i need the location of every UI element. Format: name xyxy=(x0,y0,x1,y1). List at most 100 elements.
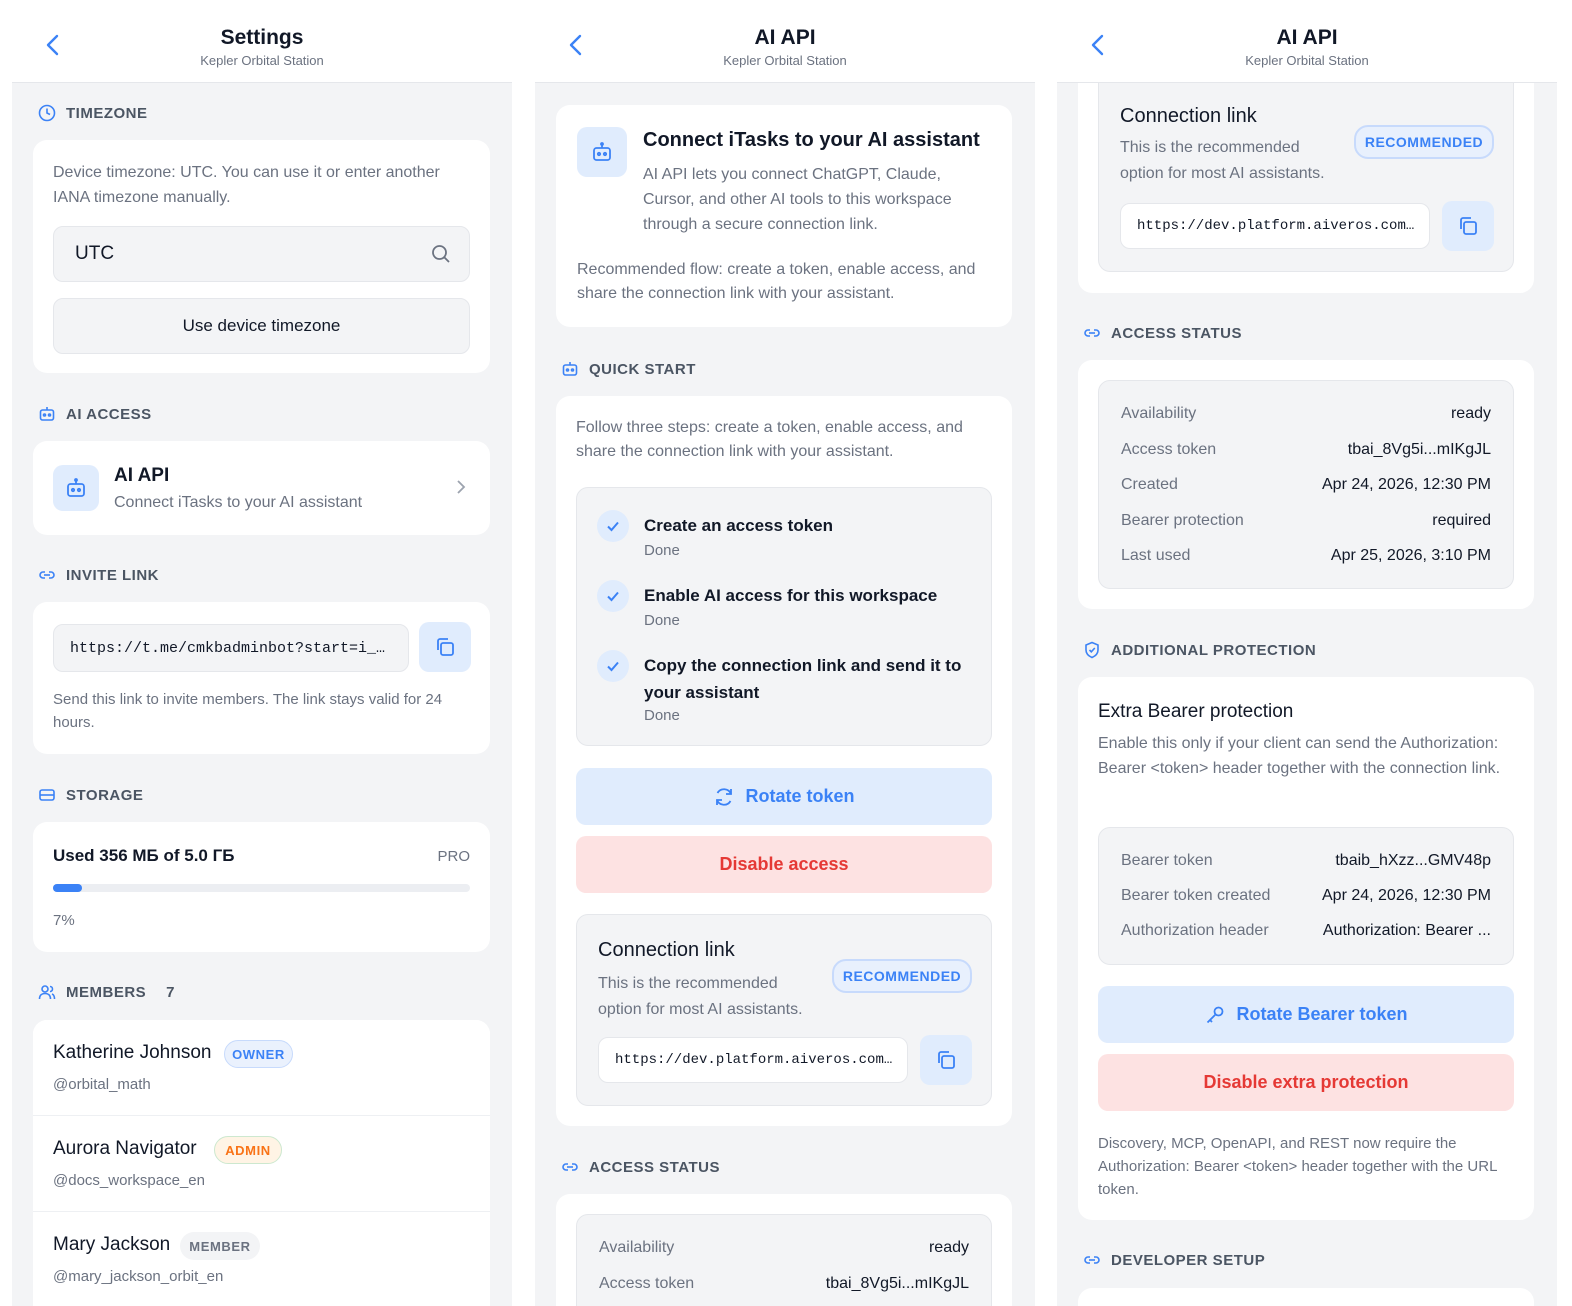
page-title: Settings xyxy=(220,26,304,49)
connection-link-box: Connection link This is the recommended … xyxy=(576,914,992,1106)
copy-icon xyxy=(938,1051,955,1069)
timezone-section-label: TIMEZONE xyxy=(38,104,148,122)
extra-bearer-description: Enable this only if your client can send… xyxy=(1098,735,1501,777)
link-icon xyxy=(561,1158,579,1176)
page-subtitle: Kepler Orbital Station xyxy=(723,53,847,68)
status-row: Last used Apr 25, 2026, 3:10 PM xyxy=(1121,547,1491,564)
admin-badge: ADMIN xyxy=(214,1136,282,1164)
disable-extra-protection-button[interactable]: Disable extra protection xyxy=(1098,1054,1514,1111)
bearer-row: Authorization header Authorization: Beare… xyxy=(1121,922,1491,939)
additional-protection-card: Extra Bearer protection Enable this only… xyxy=(1078,677,1534,1220)
robot-icon xyxy=(38,405,56,423)
step-item: Enable AI access for this workspace Done xyxy=(597,580,971,640)
robot-icon xyxy=(561,360,579,378)
steps-list: Create an access token Done Enable AI ac… xyxy=(576,487,992,746)
member-row[interactable]: Katherine Johnson OWNER @orbital_math xyxy=(33,1020,490,1116)
ai-api-panel: AI API Kepler Orbital Station Connect iT… xyxy=(535,0,1035,1306)
access-status-section-label: ACCESS STATUS xyxy=(561,1158,720,1176)
connection-link-title: Connection link xyxy=(1120,105,1257,127)
check-icon xyxy=(597,580,629,612)
link-icon xyxy=(1083,324,1101,342)
quick-start-description: Follow three steps: create a token, enab… xyxy=(576,419,963,460)
developer-setup-section-label: DEVELOPER SETUP xyxy=(1083,1251,1265,1269)
bearer-row: Bearer token created Apr 24, 2026, 12:30 … xyxy=(1121,887,1491,904)
owner-badge: OWNER xyxy=(224,1040,293,1068)
timezone-description: Device timezone: UTC. You can use it or … xyxy=(53,164,440,206)
refresh-icon xyxy=(716,787,733,806)
ai-api-panel-scrolled: Connection link This is the recommended … xyxy=(1057,0,1557,1306)
connection-link-field[interactable]: https://dev.platform.aiveros.com… xyxy=(1120,203,1430,249)
status-row: Availability ready xyxy=(599,1239,969,1256)
storage-section-label: STORAGE xyxy=(38,786,143,804)
copy-icon xyxy=(1460,217,1477,235)
intro-flow: Recommended flow: create a token, enable… xyxy=(577,261,976,302)
connection-link-box: Connection link This is the recommended … xyxy=(1098,60,1514,272)
status-row: Bearer protection required xyxy=(1121,512,1491,529)
access-status-card: Availability ready Access token tbai_8Vg5i… xyxy=(1078,360,1534,609)
bearer-details-list: Bearer token tbaib_hXzz...GMV48p Bearer t… xyxy=(1098,827,1514,965)
access-status-card: Availability ready Access token tbai_8Vg… xyxy=(556,1194,1012,1306)
member-row[interactable]: Aurora Navigator ADMIN @docs_workspace_e… xyxy=(33,1116,490,1212)
check-icon xyxy=(597,650,629,682)
intro-card: Connect iTasks to your AI assistant AI A… xyxy=(556,105,1012,327)
clock-icon xyxy=(38,104,56,122)
shield-icon xyxy=(1083,641,1101,659)
invite-link-note: Send this link to invite members. The li… xyxy=(53,691,443,731)
connection-link-field[interactable]: https://dev.platform.aiveros.com… xyxy=(598,1037,908,1083)
status-row: Availability ready xyxy=(1121,405,1491,422)
rotate-bearer-token-button[interactable]: Rotate Bearer token xyxy=(1098,986,1514,1043)
status-row: Access token tbai_8Vg5i...mIKgJL xyxy=(1121,441,1491,458)
ai-access-section-label: AI ACCESS xyxy=(38,405,152,423)
status-row: Created Apr 24, 2026, 12:30 PM xyxy=(1121,476,1491,493)
storage-icon xyxy=(38,786,56,804)
copy-connection-link-button[interactable] xyxy=(920,1035,972,1085)
timezone-card: Device timezone: UTC. You can use it or … xyxy=(33,140,490,373)
invite-link-field[interactable]: https://t.me/cmkbadminbot?start=i_… xyxy=(53,624,409,672)
step-item: Copy the connection link and send it to … xyxy=(597,650,971,730)
rotate-token-button[interactable]: Rotate token xyxy=(576,768,992,825)
storage-plan: PRO xyxy=(437,848,470,865)
ai-api-item-subtitle: Connect iTasks to your AI assistant xyxy=(114,494,363,511)
ai-api-item[interactable]: AI API Connect iTasks to your AI assista… xyxy=(33,441,490,535)
intro-title: Connect iTasks to your AI assistant xyxy=(643,129,980,151)
storage-percent: 7% xyxy=(53,912,75,929)
access-status-section-label: ACCESS STATUS xyxy=(1083,324,1242,342)
step-item: Create an access token Done xyxy=(597,510,971,570)
search-icon xyxy=(431,244,451,264)
check-icon xyxy=(597,510,629,542)
use-device-timezone-button[interactable]: Use device timezone xyxy=(53,298,470,354)
members-section-label: MEMBERS 7 xyxy=(38,983,175,1001)
disable-access-button[interactable]: Disable access xyxy=(576,836,992,893)
connection-card: Connection link This is the recommended … xyxy=(1078,60,1534,293)
storage-used: Used 356 МБ of 5.0 ГБ xyxy=(53,846,235,865)
recommended-badge: RECOMMENDED xyxy=(1354,125,1494,159)
connection-link-title: Connection link xyxy=(598,939,735,961)
members-count: 7 xyxy=(166,983,176,1001)
storage-card: Used 356 МБ of 5.0 ГБ PRO 7% xyxy=(33,822,490,952)
bearer-row: Bearer token tbaib_hXzz...GMV48p xyxy=(1121,852,1491,869)
quick-start-card: Follow three steps: create a token, enab… xyxy=(556,396,1012,1126)
copy-icon xyxy=(437,638,454,656)
access-status-list: Availability ready Access token tbai_8Vg… xyxy=(576,1214,992,1306)
additional-protection-section-label: ADDITIONAL PROTECTION xyxy=(1083,641,1316,659)
timezone-search-input[interactable]: UTC xyxy=(53,226,470,282)
copy-invite-link-button[interactable] xyxy=(419,622,471,672)
ai-api-header: AI API Kepler Orbital Station xyxy=(535,0,1035,83)
copy-connection-link-button[interactable] xyxy=(1442,201,1494,251)
protection-note: Discovery, MCP, OpenAPI, and REST now re… xyxy=(1098,1135,1497,1198)
robot-icon xyxy=(53,465,99,511)
quick-start-section-label: QUICK START xyxy=(561,360,696,378)
connection-link-subtitle: This is the recommended option for most … xyxy=(598,975,803,1018)
access-status-list: Availability ready Access token tbai_8Vg5i… xyxy=(1098,380,1514,589)
invite-link-card: https://t.me/cmkbadminbot?start=i_… Send… xyxy=(33,602,490,754)
settings-panel: Settings Kepler Orbital Station TIMEZONE… xyxy=(12,0,512,1306)
member-row[interactable]: Mary Jackson MEMBER @mary_jackson_orbit_… xyxy=(33,1212,490,1306)
users-icon xyxy=(38,983,56,1001)
connection-link-subtitle: This is the recommended option for most … xyxy=(1120,139,1325,182)
status-row: Access token tbai_8Vg5i...mIKgJL xyxy=(599,1275,969,1292)
ai-api-header: AI API Kepler Orbital Station xyxy=(1057,0,1557,83)
robot-icon xyxy=(577,127,627,177)
page-title: AI API xyxy=(754,26,816,49)
storage-progress-fill xyxy=(53,884,83,892)
developer-setup-card xyxy=(1078,1288,1534,1306)
